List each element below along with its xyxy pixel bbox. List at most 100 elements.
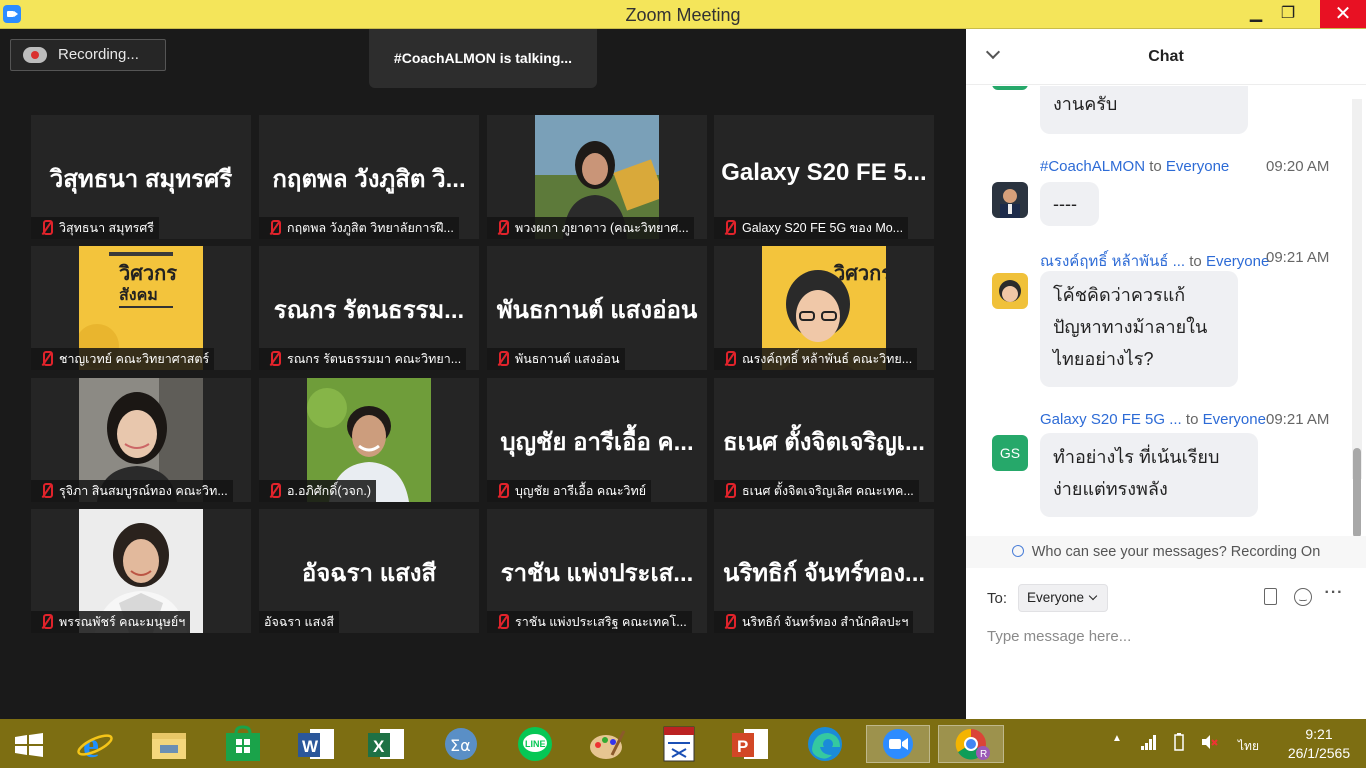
participant-name-caption: ชาญเวทย์ คณะวิทยาศาสตร์	[31, 348, 215, 370]
mic-muted-icon	[268, 351, 281, 367]
taskbar-clock[interactable]: 9:21 26/1/2565	[1276, 725, 1362, 763]
participant-tile[interactable]: บุญชัย อารีเอื้อ ค... บุญชัย อารีเอื้อ คณ…	[487, 378, 707, 502]
window-titlebar: Zoom Meeting ▁ ❐ ✕	[0, 0, 1366, 29]
line-icon[interactable]: LINE	[514, 725, 556, 763]
participant-tile[interactable]: รุจิภา สินสมบูรณ์ทอง คณะวิท...	[31, 378, 251, 502]
participant-name-caption: พวงผกา ภูยาดาว (คณะวิทยาศ...	[487, 217, 694, 239]
excel-icon[interactable]: X	[366, 725, 408, 763]
battery-icon[interactable]	[1170, 733, 1188, 751]
participant-tile[interactable]: นริทธิก์ จันทร์ทอง... นริทธิก์ จันทร์ทอง …	[714, 509, 934, 633]
maximize-button[interactable]: ❐	[1268, 0, 1308, 28]
lisrel-icon[interactable]	[658, 725, 700, 763]
recipient-dropdown[interactable]: Everyone	[1018, 584, 1108, 612]
participant-tile[interactable]: พรรณพัชร์ คณะมนุษย์ฯ	[31, 509, 251, 633]
mic-muted-icon	[723, 614, 736, 630]
avatar	[992, 182, 1028, 218]
internet-explorer-icon[interactable]: e	[74, 725, 116, 765]
chat-sender[interactable]: ณรงค์ฤทธิ์ หล้าพันธ์ ...	[1040, 253, 1185, 270]
participant-name-caption: รณกร รัตนธรรมมา คณะวิทยา...	[259, 348, 467, 370]
file-explorer-icon[interactable]	[148, 725, 190, 763]
clock-time: 9:21	[1305, 726, 1333, 742]
video-gallery: Recording... #CoachALMON is talking... ว…	[0, 29, 966, 719]
participant-tile[interactable]: วิศวกร สังคม ชาญเวทย์ คณะวิทยาศาสตร์	[31, 246, 251, 370]
volume-muted-icon[interactable]	[1200, 733, 1218, 751]
mic-muted-icon	[268, 483, 281, 499]
chat-recipient: Everyone	[1205, 253, 1270, 270]
show-hidden-icons-icon[interactable]: ▲	[1108, 733, 1126, 751]
participant-name-caption: ณรงค์ฤทธิ์ หล้าพันธ์ คณะวิทย...	[714, 348, 918, 370]
svg-text:Σα: Σα	[450, 736, 471, 755]
participant-tile[interactable]: วิสุทธนา สมุทรศรี วิสุทธนา สมุทรศรี	[31, 115, 251, 239]
participant-tile[interactable]: วิศวกรณรงค์ฤทธิ์ หล้าพันธ์ คณะวิทย...	[714, 246, 934, 370]
chat-message-meta: ณรงค์ฤทธิ์ หล้าพันธ์ ... to Everyone 09:…	[1040, 249, 1340, 273]
to-label: To:	[987, 590, 1008, 607]
chat-time: 09:20 AM	[1266, 158, 1330, 175]
mic-muted-icon	[723, 351, 736, 367]
participant-tile[interactable]: ราชัน แพ่งประเส... ราชัน แพ่งประเสริฐ คณะ…	[487, 509, 707, 633]
participant-caption-text: Galaxy S20 FE 5G ของ Mo...	[742, 221, 904, 235]
windows-store-icon[interactable]	[222, 725, 264, 763]
math-input-icon[interactable]: Σα	[440, 725, 482, 763]
zoom-taskbar-icon[interactable]	[866, 725, 930, 763]
network-signal-icon[interactable]	[1140, 733, 1158, 751]
chat-sender[interactable]: #CoachALMON	[1040, 158, 1145, 175]
active-speaker-banner: #CoachALMON is talking...	[369, 29, 597, 88]
participant-tile[interactable]: พันธกานต์ แสงอ่อน พันธกานต์ แสงอ่อน	[487, 246, 707, 370]
word-icon[interactable]: W	[296, 725, 338, 763]
mic-muted-icon	[496, 220, 509, 236]
chat-message-bubble: ทำอย่างไร ที่เน้นเรียบง่ายแต่ทรงพลัง	[1040, 433, 1258, 517]
edge-icon[interactable]	[804, 725, 846, 763]
participant-tile[interactable]: Galaxy S20 FE 5... Galaxy S20 FE 5G ของ M…	[714, 115, 934, 239]
input-language[interactable]: ไทย	[1238, 737, 1259, 756]
powerpoint-icon[interactable]: P	[730, 725, 772, 763]
file-icon[interactable]	[1264, 588, 1277, 605]
participant-tile[interactable]: อัจฉรา แสงสี อัจฉรา แสงสี	[259, 509, 479, 633]
chat-scrollbar[interactable]	[1352, 99, 1362, 538]
svg-text:R: R	[980, 749, 987, 760]
avatar	[992, 86, 1028, 90]
participant-caption-text: กฤตพล วังภูสิต วิทยาลัยการฝึ...	[287, 221, 454, 235]
paint-icon[interactable]	[586, 725, 628, 763]
chat-sender[interactable]: Galaxy S20 FE 5G ...	[1040, 411, 1182, 428]
svg-text:LINE: LINE	[525, 739, 546, 749]
participant-display-name: วิสุทธนา สมุทรศรี	[49, 166, 233, 193]
participant-name-caption: บุญชัย อารีเอื้อ คณะวิทย์	[487, 480, 652, 502]
participant-caption-text: รุจิภา สินสมบูรณ์ทอง คณะวิท...	[59, 484, 228, 498]
participant-tile[interactable]: รณกร รัตนธรรม... รณกร รัตนธรรมมา คณะวิทยา…	[259, 246, 479, 370]
chat-to-word: to	[1185, 411, 1199, 428]
participant-tile[interactable]: กฤตพล วังภูสิต วิ... กฤตพล วังภูสิต วิทยา…	[259, 115, 479, 239]
avatar	[992, 273, 1028, 309]
participant-caption-text: ธเนศ ตั้งจิตเจริญเลิศ คณะเทค...	[742, 484, 914, 498]
participant-display-name: อัจฉรา แสงสี	[301, 560, 437, 587]
participant-name-caption: พันธกานต์ แสงอ่อน	[487, 348, 625, 370]
scrollbar-thumb[interactable]	[1353, 448, 1361, 538]
chrome-icon[interactable]: R	[938, 725, 1004, 763]
participant-display-name: กฤตพล วังภูสิต วิ...	[272, 166, 466, 193]
participant-tile[interactable]: ธเนศ ตั้งจิตเจริญเ... ธเนศ ตั้งจิตเจริญเล…	[714, 378, 934, 502]
windows-start-icon[interactable]	[8, 725, 50, 763]
participant-name-caption: อ.อภิศักดิ์(วจก.)	[259, 480, 377, 502]
chat-message-meta: #CoachALMON to Everyone 09:20 AM	[1040, 158, 1340, 175]
participant-tile[interactable]: อ.อภิศักดิ์(วจก.)	[259, 378, 479, 502]
svg-text:X: X	[373, 737, 385, 756]
person-icon	[1011, 545, 1024, 557]
chat-message-bubble: โค้ชคิดว่าควรแก้ปัญหาทางม้าลายในไทยอย่าง…	[1040, 271, 1238, 387]
poster-line1: วิศวกร	[118, 261, 177, 285]
chat-title: Chat	[1148, 48, 1184, 65]
participant-tile[interactable]: พวงผกา ภูยาดาว (คณะวิทยาศ...	[487, 115, 707, 239]
chat-message-meta: Galaxy S20 FE 5G ... to Everyone 09:21 A…	[1040, 411, 1340, 428]
chat-privacy-notice[interactable]: Who can see your messages? Recording On	[966, 536, 1366, 568]
emoji-icon[interactable]: ‿	[1294, 588, 1312, 606]
participant-caption-text: นริทธิก์ จันทร์ทอง สำนักศิลปะฯ	[742, 615, 909, 629]
chat-time: 09:21 AM	[1266, 249, 1330, 266]
privacy-notice-text: Who can see your messages? Recording On	[1031, 544, 1321, 560]
participant-caption-text: บุญชัย อารีเอื้อ คณะวิทย์	[515, 484, 647, 498]
chat-message-list[interactable]: งานครับ #CoachALMON to Everyone 09:20 AM…	[966, 86, 1366, 536]
more-options-icon[interactable]: ···	[1323, 584, 1345, 602]
chat-message-input[interactable]	[987, 624, 1347, 648]
participant-name-caption: กฤตพล วังภูสิต วิทยาลัยการฝึ...	[259, 217, 459, 239]
close-button[interactable]: ✕	[1320, 0, 1366, 28]
participant-display-name: Galaxy S20 FE 5...	[721, 159, 927, 186]
recording-indicator[interactable]: Recording...	[10, 39, 166, 71]
participant-caption-text: พวงผกา ภูยาดาว (คณะวิทยาศ...	[515, 221, 689, 235]
